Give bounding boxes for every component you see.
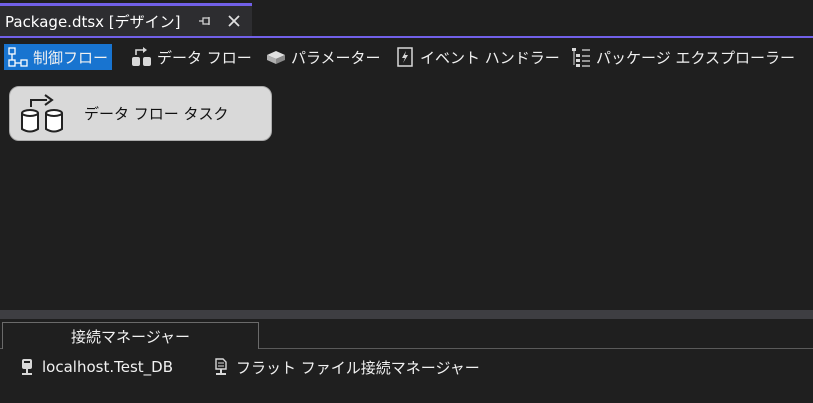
document-tab-strip: Package.dtsx [デザイン] [0, 0, 813, 38]
tab-label: 接続マネージャー [71, 327, 190, 346]
tab-data-flow[interactable]: データ フロー [128, 44, 256, 70]
connection-item-localhost[interactable]: localhost.Test_DB [18, 356, 173, 378]
panel-splitter[interactable] [0, 310, 813, 319]
tab-label: パッケージ エクスプローラー [596, 48, 796, 67]
tab-label: データ フロー [157, 48, 252, 67]
tab-label: パラメーター [291, 48, 381, 67]
package-explorer-icon [570, 47, 592, 67]
connection-item-flat-file[interactable]: フラット ファイル接続マネージャー [212, 356, 480, 378]
data-flow-icon [131, 47, 153, 67]
tab-package-explorer[interactable]: パッケージ エクスプローラー [567, 44, 799, 70]
data-flow-task[interactable]: データ フロー タスク [9, 86, 272, 141]
connection-manager-panel: 接続マネージャー localhost.Test_DB フラット ファイル接続マネ… [0, 319, 813, 403]
tab-label: 制御フロー [33, 48, 109, 67]
tab-parameters[interactable]: パラメーター [262, 44, 385, 70]
control-flow-canvas[interactable]: データ フロー タスク [0, 76, 813, 310]
connection-label: localhost.Test_DB [42, 358, 173, 376]
task-label: データ フロー タスク [84, 105, 229, 123]
pin-icon[interactable] [195, 10, 215, 32]
db-connection-icon [18, 357, 36, 377]
tab-event-handlers[interactable]: イベント ハンドラー [391, 44, 564, 70]
document-tab-title: Package.dtsx [デザイン] [5, 12, 181, 31]
document-tab-package[interactable]: Package.dtsx [デザイン] [0, 3, 252, 36]
parameters-icon [265, 47, 287, 67]
control-flow-icon [7, 47, 29, 67]
designer-tab-bar: 制御フロー データ フロー パラメーター イベント ハンドラー パッケージ エク… [0, 41, 813, 73]
tab-control-flow[interactable]: 制御フロー [4, 44, 113, 70]
connection-label: フラット ファイル接続マネージャー [236, 358, 480, 377]
close-icon[interactable] [224, 10, 244, 32]
event-handler-icon [394, 47, 416, 67]
tab-label: イベント ハンドラー [420, 48, 560, 67]
flat-file-connection-icon [212, 357, 230, 377]
tab-connection-managers[interactable]: 接続マネージャー [2, 322, 259, 349]
data-flow-task-icon [16, 92, 72, 136]
